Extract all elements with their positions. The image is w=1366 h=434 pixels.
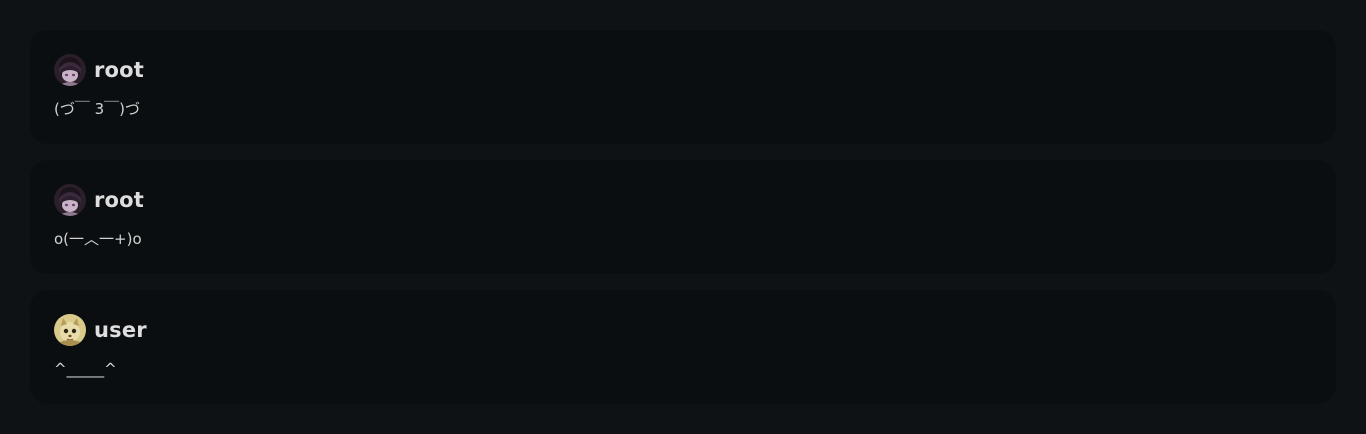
anime-girl-avatar-icon[interactable] — [54, 184, 86, 216]
comment-card: user ^_____^ — [30, 290, 1336, 404]
comment-list: root (づ￣ 3￣)づ root o(一︿一+)o user ^_____^ — [30, 30, 1336, 420]
anime-girl-avatar-icon[interactable] — [54, 54, 86, 86]
comment-username[interactable]: root — [94, 188, 144, 212]
cat-avatar-icon[interactable] — [54, 314, 86, 346]
comment-username[interactable]: user — [94, 318, 147, 342]
comment-text: (づ￣ 3￣)づ — [54, 100, 141, 118]
comment-card: root o(一︿一+)o — [30, 160, 1336, 274]
comment-header: root — [54, 54, 1312, 86]
comment-header: root — [54, 184, 1312, 216]
comment-card: root (づ￣ 3￣)づ — [30, 30, 1336, 144]
comment-username[interactable]: root — [94, 58, 144, 82]
comment-text: o(一︿一+)o — [54, 230, 142, 248]
comment-header: user — [54, 314, 1312, 346]
comment-text: ^_____^ — [54, 360, 117, 378]
